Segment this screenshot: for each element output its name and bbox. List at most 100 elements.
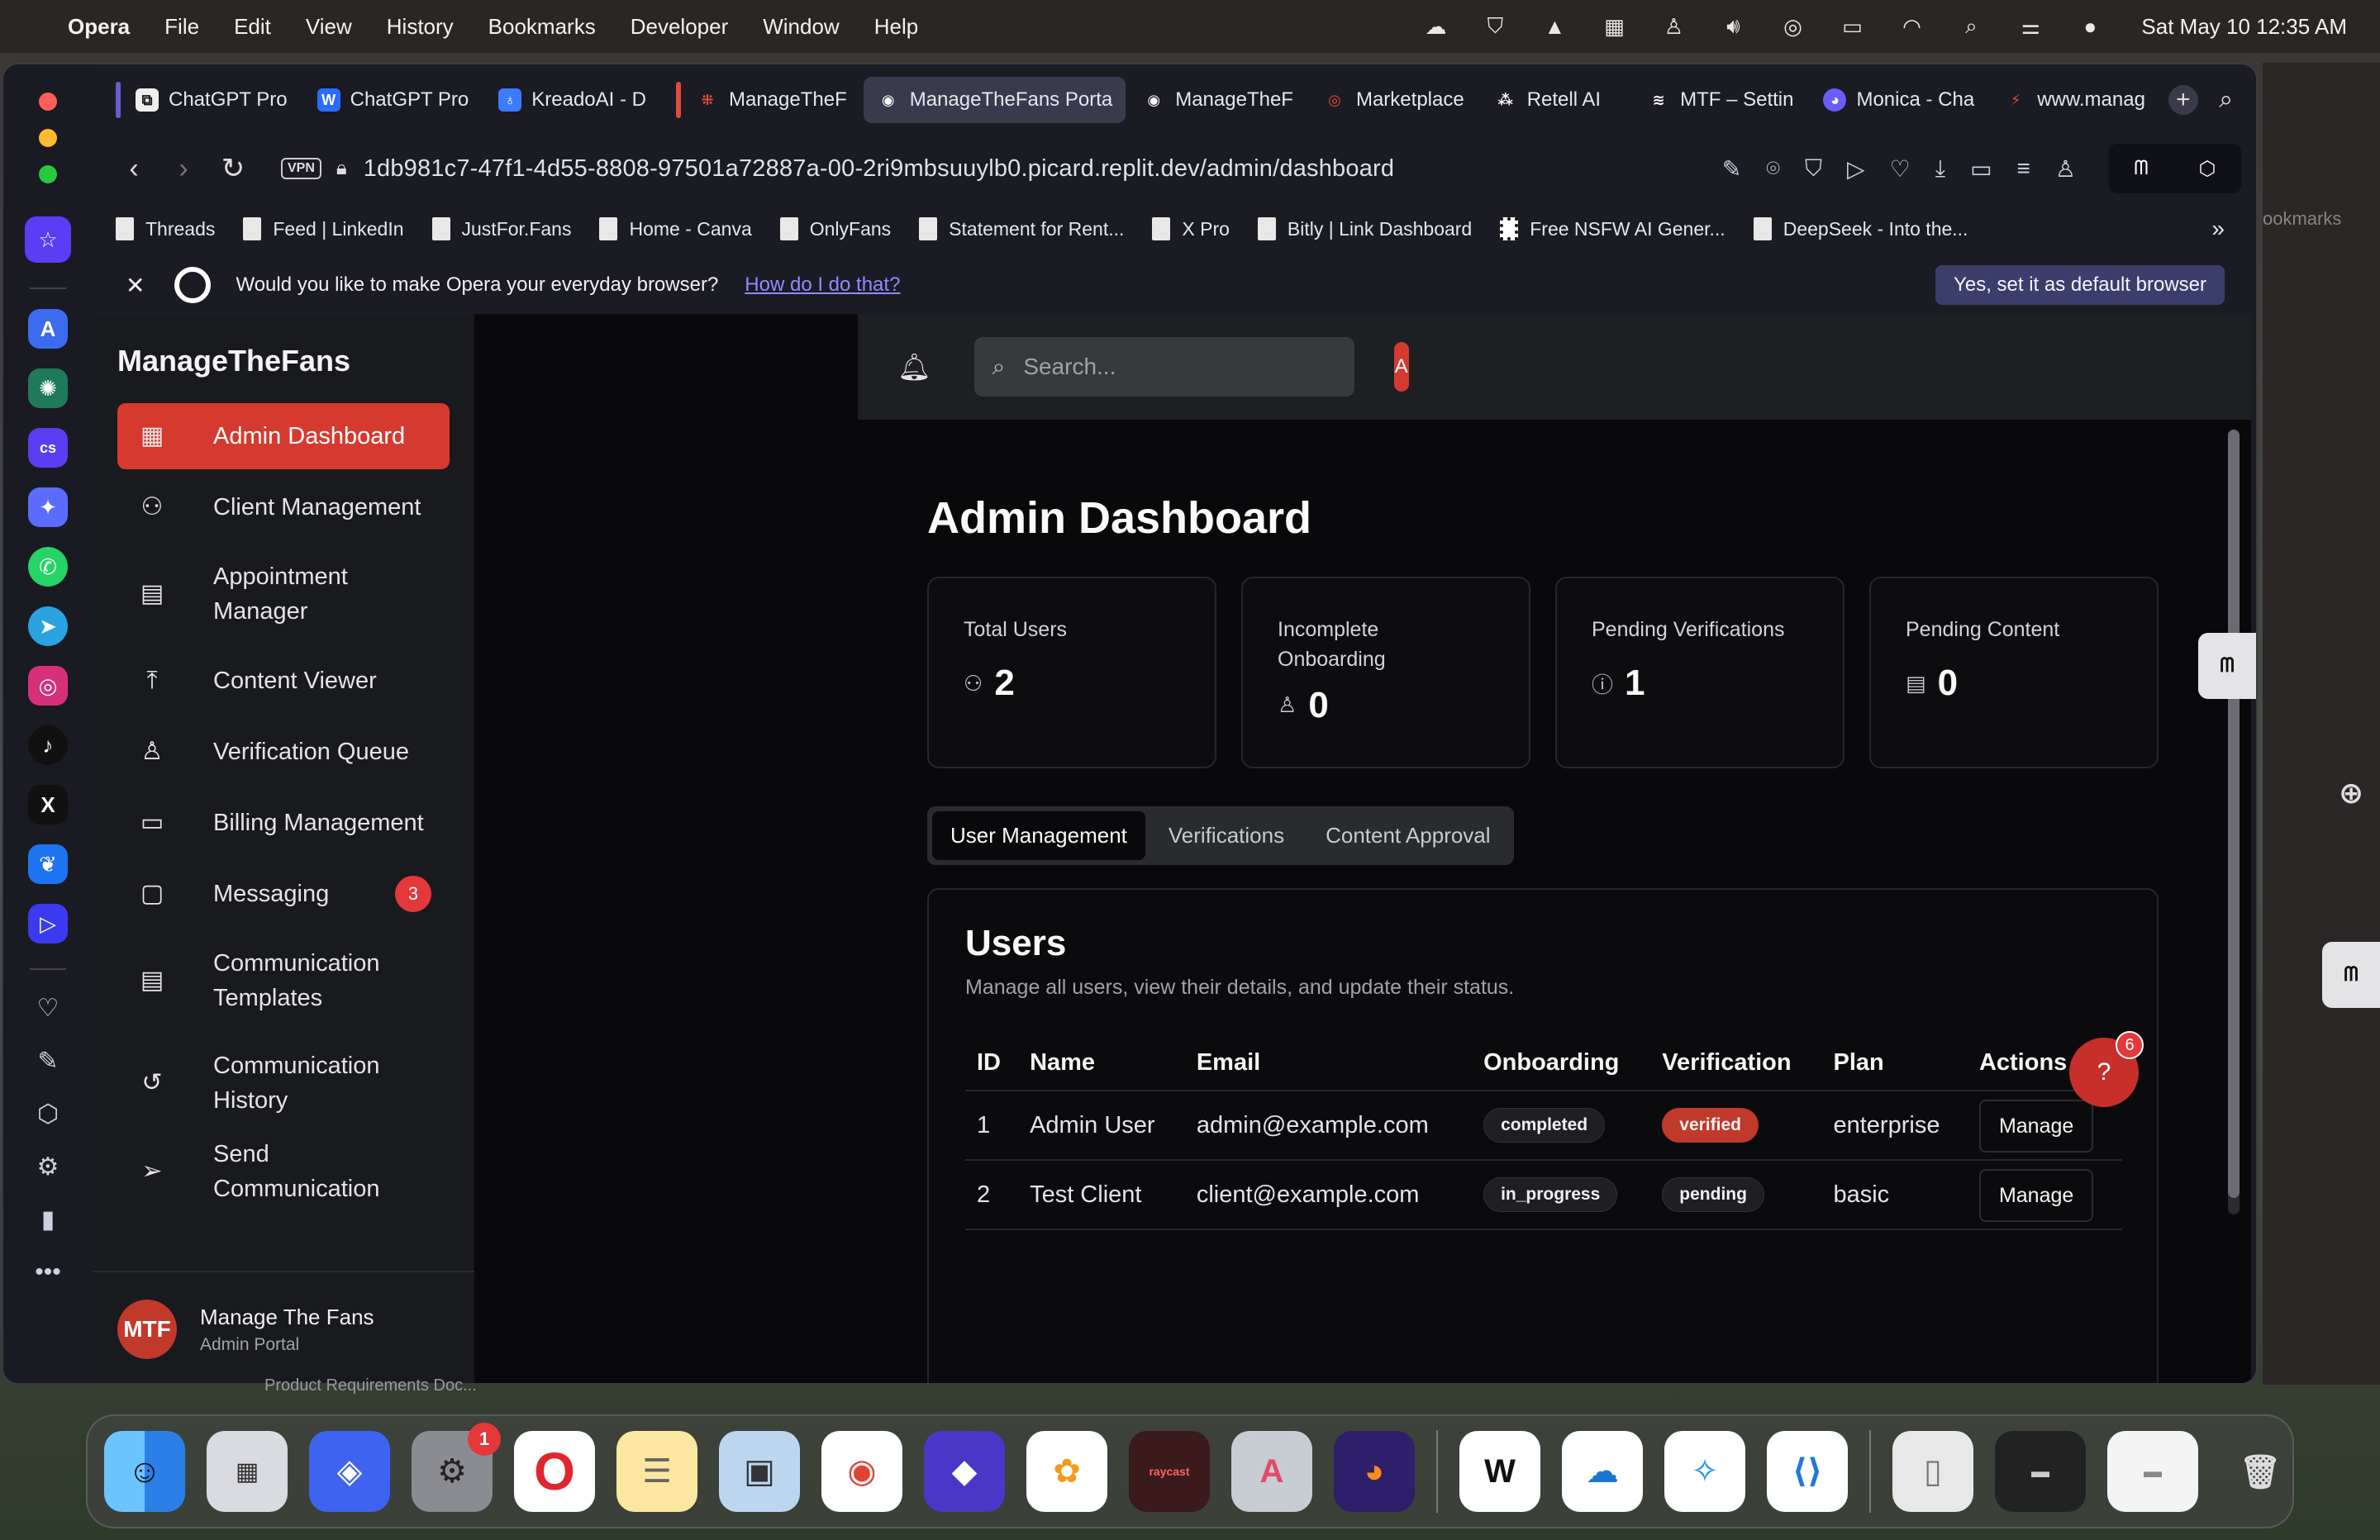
- menu-window[interactable]: Window: [763, 14, 839, 40]
- minimized-window-icon[interactable]: ▬: [2107, 1431, 2198, 1512]
- tab-content-approval[interactable]: Content Approval: [1307, 811, 1508, 860]
- minimize-window-button[interactable]: [39, 129, 57, 147]
- adblock-icon[interactable]: ⛉: [1805, 155, 1822, 183]
- bookmark-bitly[interactable]: Bitly | Link Dashboard: [1257, 217, 1472, 240]
- shield-icon[interactable]: ⛉: [1480, 13, 1510, 38]
- player-icon[interactable]: ▷: [28, 904, 68, 943]
- vscode-icon[interactable]: ⟨⟩: [1767, 1431, 1848, 1512]
- whatsapp-icon[interactable]: ✆: [28, 547, 68, 587]
- menu-app-name[interactable]: Opera: [68, 14, 130, 40]
- notes-icon[interactable]: ☰: [616, 1431, 697, 1512]
- tab-8[interactable]: ≋ MTF – Settin: [1634, 77, 1806, 123]
- layers-app-icon[interactable]: ◈: [309, 1431, 390, 1512]
- play-icon[interactable]: ▷: [1847, 155, 1865, 183]
- tab-search-icon[interactable]: ⌕: [2219, 86, 2233, 114]
- control-center-icon[interactable]: ⚌: [2016, 14, 2045, 39]
- photos-icon[interactable]: ✿: [1026, 1431, 1107, 1512]
- tab-0[interactable]: ⧉ ChatGPT Pro: [102, 77, 301, 123]
- reload-button[interactable]: ↻: [208, 152, 258, 185]
- menu-edit[interactable]: Edit: [234, 14, 271, 40]
- nav-appointment-manager[interactable]: ▤ Appointment Manager: [117, 545, 450, 643]
- wifi-icon[interactable]: ◠: [1897, 14, 1926, 39]
- tab-5[interactable]: ◉ ManageTheF: [1129, 77, 1307, 123]
- nav-messaging[interactable]: ▢ Messaging 3: [117, 861, 450, 927]
- tab-4-active[interactable]: ◉ ManageTheFans Porta: [863, 77, 1126, 123]
- settings-icon[interactable]: ⚙: [30, 1148, 66, 1185]
- safari-icon[interactable]: ✧: [1664, 1431, 1745, 1512]
- search-box[interactable]: ⌕: [973, 337, 1354, 397]
- nav-send-communication[interactable]: ➢ Send Communication: [117, 1137, 450, 1206]
- bookmark-xpro[interactable]: X Pro: [1152, 217, 1230, 240]
- monica-float-icon[interactable]: ᗰ: [2198, 633, 2256, 699]
- menu-view[interactable]: View: [306, 14, 352, 40]
- preview-icon[interactable]: ▣: [719, 1431, 800, 1512]
- tab-9[interactable]: ◕ Monica - Cha: [1810, 77, 1987, 123]
- bookmark-justforfans[interactable]: JustFor.Fans: [431, 217, 571, 240]
- volume-icon[interactable]: 🔊︎: [1718, 13, 1748, 38]
- battery-saver-icon[interactable]: ▭: [1970, 155, 1992, 183]
- messenger-icon[interactable]: ✦: [28, 487, 68, 527]
- battery-icon[interactable]: ▭: [1837, 14, 1867, 39]
- more-icon[interactable]: •••: [30, 1254, 66, 1290]
- bookmark-statement[interactable]: Statement for Rent...: [919, 217, 1124, 240]
- minimized-window-icon[interactable]: ▬: [1995, 1431, 2086, 1512]
- nav-communication-history[interactable]: ↺ Communication History: [117, 1034, 450, 1132]
- drive-icon[interactable]: ▲: [1540, 14, 1569, 39]
- search-input[interactable]: [1023, 354, 1305, 380]
- nav-verification-queue[interactable]: ♙ Verification Queue: [117, 719, 450, 785]
- vpn-badge[interactable]: VPN: [281, 158, 321, 179]
- monica-side-icon[interactable]: ᗰ: [2322, 942, 2380, 1008]
- nav-admin-dashboard[interactable]: ▦ Admin Dashboard: [117, 403, 450, 469]
- monica-extension-icon[interactable]: ᗰ: [2134, 157, 2148, 180]
- tab-7[interactable]: ⁂ Retell AI: [1481, 77, 1614, 123]
- lock-icon[interactable]: 🔒︎: [336, 157, 347, 180]
- cube-extension-icon[interactable]: ⬡: [2199, 157, 2216, 181]
- tab-user-management[interactable]: User Management: [932, 811, 1145, 860]
- zoom-window-button[interactable]: [39, 165, 57, 183]
- sidebar-footer[interactable]: MTF Manage The Fans Admin Portal: [93, 1271, 474, 1383]
- tab-2[interactable]: ♁ KreadoAI - D: [485, 77, 659, 123]
- bookmarks-overflow-icon[interactable]: »: [2211, 216, 2225, 242]
- manage-button[interactable]: Manage: [1978, 1168, 2094, 1222]
- new-tab-button[interactable]: +: [2168, 85, 2198, 115]
- finder-icon[interactable]: ☺: [104, 1431, 185, 1512]
- bookmark-threads[interactable]: Threads: [116, 217, 215, 240]
- cs-icon[interactable]: cs: [28, 428, 68, 468]
- menu-help[interactable]: Help: [874, 14, 918, 40]
- menu-history[interactable]: History: [387, 14, 454, 40]
- chrome-icon[interactable]: ◉: [821, 1431, 902, 1512]
- affinity-icon[interactable]: A: [1231, 1431, 1312, 1512]
- easy-setup-icon[interactable]: ≡: [2017, 155, 2030, 183]
- camera-icon[interactable]: ⌾: [1766, 155, 1780, 183]
- menu-bookmarks[interactable]: Bookmarks: [488, 14, 596, 40]
- close-window-button[interactable]: [39, 93, 57, 111]
- nav-client-management[interactable]: ⚇ Client Management: [117, 474, 450, 540]
- menu-developer[interactable]: Developer: [631, 14, 729, 40]
- instagram-icon[interactable]: ◎: [28, 666, 68, 706]
- url-field[interactable]: 1db981c7-47f1-4d55-8808-97501a72887a-00-…: [364, 155, 1395, 183]
- chatgpt-icon[interactable]: ✺: [28, 368, 68, 408]
- siri-icon[interactable]: ●: [2075, 14, 2105, 39]
- system-settings-icon[interactable]: ⚙ 1: [412, 1423, 501, 1512]
- scrollbar-thumb[interactable]: [2228, 430, 2240, 1198]
- bookmark-deepseek[interactable]: DeepSeek - Into the...: [1753, 217, 1968, 240]
- documents-stack-icon[interactable]: ▯: [1892, 1431, 1973, 1512]
- bluesky-icon[interactable]: ❦: [28, 844, 68, 884]
- raycast-icon[interactable]: raycast: [1129, 1431, 1210, 1512]
- user-menu-button[interactable]: A: [1393, 342, 1409, 392]
- opera-home-icon[interactable]: ☆: [25, 216, 71, 263]
- bookmark-canva[interactable]: Home - Canva: [599, 217, 752, 240]
- bell-icon[interactable]: 🔔︎: [897, 351, 931, 383]
- zoom-lens-icon[interactable]: ⊕: [2322, 760, 2380, 826]
- writer-icon[interactable]: W: [1459, 1431, 1540, 1512]
- shortcuts-icon[interactable]: ◆: [924, 1431, 1005, 1512]
- edit-icon[interactable]: ✎: [1722, 155, 1741, 183]
- file-icon[interactable]: ▮: [30, 1201, 66, 1238]
- tab-10[interactable]: ⚡︎ www.manag: [1991, 77, 2159, 123]
- tab-3[interactable]: ⁜ ManageTheF: [663, 77, 860, 123]
- onedrive-icon[interactable]: ☁: [1562, 1431, 1643, 1512]
- launchpad-icon[interactable]: ▦: [207, 1431, 288, 1512]
- trash-icon[interactable]: 🗑︎: [2220, 1431, 2301, 1512]
- nav-content-viewer[interactable]: ⤒ Content Viewer: [117, 648, 450, 714]
- telegram-icon[interactable]: ➤: [28, 606, 68, 646]
